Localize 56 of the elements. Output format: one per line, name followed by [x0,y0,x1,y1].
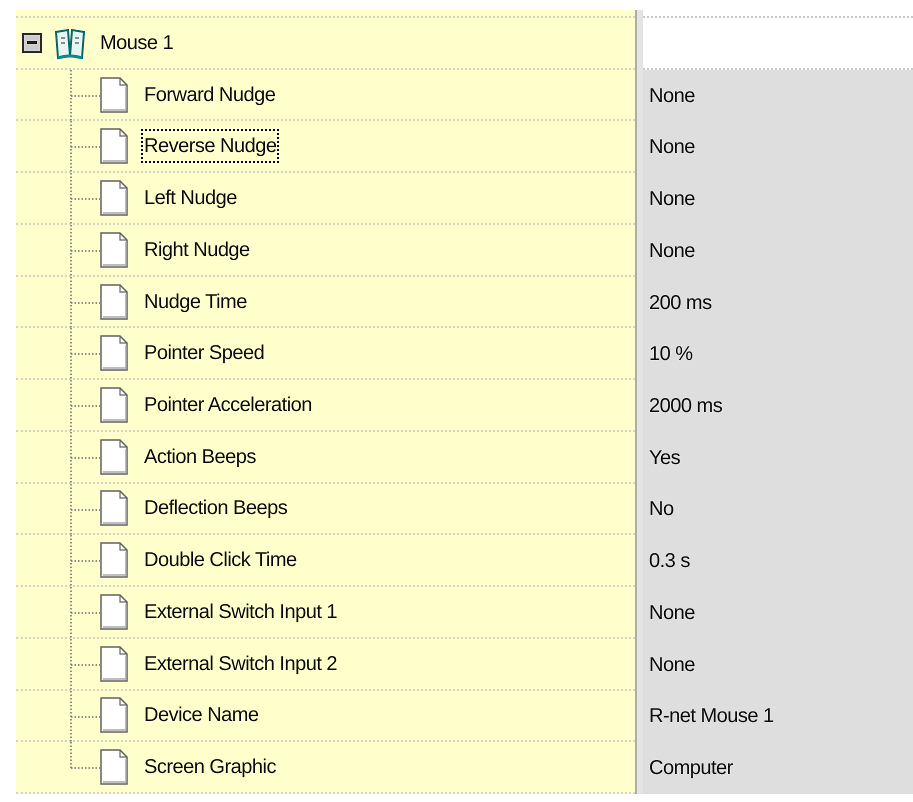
tree-item-label[interactable]: Double Click Time [143,545,298,576]
tree-connector [70,638,100,691]
document-icon [100,749,128,786]
tree-connector [70,173,100,226]
document-icon [100,284,128,320]
tree-item-label[interactable]: Nudge Time [143,286,248,316]
value-cell: R-net Mouse 1 [643,690,913,742]
value-cell: None [643,638,913,691]
tree-connector [70,587,100,640]
tree-connector [70,535,100,588]
tree-connector [70,484,100,536]
value-cell: None [643,70,913,122]
tree-item-label[interactable]: Action Beeps [143,442,257,472]
tree-connector [70,224,100,277]
value-cell: None [643,173,913,225]
tree-connector [70,121,100,174]
value-cell: No [643,484,913,536]
value-cell: Yes [643,432,913,484]
tree-connector [70,380,100,432]
tree-item-label[interactable]: External Switch Input 2 [143,648,338,679]
value-cell: Computer [643,742,913,794]
document-icon [100,697,128,734]
tree-item-label[interactable]: Pointer Speed [143,338,266,368]
tree-item-label[interactable]: Deflection Beeps [143,493,288,524]
value-cell: 2000 ms [643,380,913,432]
tree-connector [70,276,100,329]
document-icon [100,594,128,630]
document-icon [100,490,128,526]
value-cell: None [643,587,913,639]
value-cell: 0.3 s [643,535,913,588]
tree-item-label[interactable]: Left Nudge [143,183,238,214]
tree-connector [70,432,100,484]
tree-item-label[interactable]: Mouse 1 [100,28,174,58]
document-icon [100,128,128,164]
tree-item-label[interactable]: Right Nudge [143,234,251,265]
document-icon [100,232,128,268]
tree-connector [70,328,100,380]
tree-connector [70,70,100,122]
document-icon [100,542,128,578]
tree-item-label[interactable]: Device Name [143,700,260,730]
document-icon [100,180,128,216]
document-icon [100,335,128,372]
value-cell: None [643,224,913,277]
document-icon [100,646,128,682]
tree-item-label[interactable]: Screen Graphic [143,752,277,782]
tree-item-label[interactable]: Reverse Nudge [143,131,278,162]
value-cell: None [643,121,913,174]
document-icon [100,438,128,475]
tree-item-label[interactable]: Forward Nudge [143,80,276,110]
value-cell: 10 % [643,328,913,380]
value-cell: 200 ms [643,276,913,328]
document-icon [100,386,128,423]
tree-item-label[interactable]: External Switch Input 1 [143,596,338,627]
document-icon [100,76,128,113]
tree-item-label[interactable]: Pointer Acceleration [143,390,313,420]
collapse-button[interactable] [22,32,42,53]
